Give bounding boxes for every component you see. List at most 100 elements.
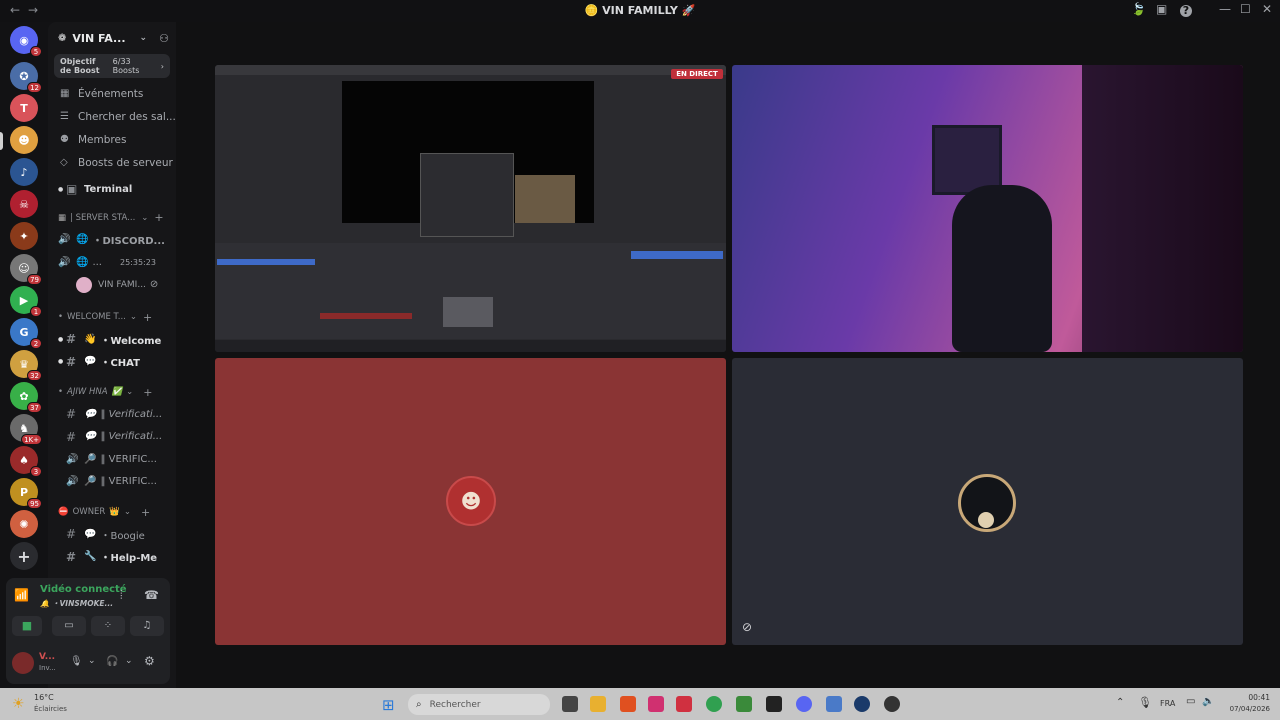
channel-verification-voice-1[interactable]: 🔊 🔎 ‖ VERIFIC... (48, 448, 176, 471)
chevron-down-icon[interactable]: ⌄ (88, 656, 96, 666)
app-t-icon[interactable] (676, 696, 692, 712)
weather-temp[interactable]: 16°C (34, 693, 54, 702)
chevron-up-icon[interactable]: ⌃ (1116, 697, 1124, 708)
voice-channel-label: VINSMOKE... (59, 599, 114, 608)
close-button[interactable]: ✕ (1262, 2, 1272, 16)
guild-item[interactable]: ✿ 37 (10, 382, 42, 413)
camera-off-icon: ⊘ (149, 279, 159, 291)
add-channel-icon[interactable]: + (143, 311, 152, 324)
guild-home[interactable]: ◉ 5 (10, 26, 42, 57)
channel-active-voice[interactable]: 🔊 🌐... 25:35:23 (48, 251, 176, 274)
chrome-icon[interactable] (706, 696, 722, 712)
category-welcome[interactable]: • WELCOME T... ⌄ + (48, 306, 176, 328)
windows-start-icon[interactable]: ⊞ (382, 696, 395, 714)
menu-members[interactable]: ⚉ Membres (48, 128, 176, 151)
channel-boogie[interactable]: # 💬 ・Boogie (48, 523, 176, 546)
guild-item[interactable]: ♛ 32 (10, 350, 42, 381)
minimize-button[interactable]: — (1219, 2, 1231, 16)
guild-item[interactable]: ♪ (10, 158, 38, 186)
channel-label: ・Help-Me (100, 553, 158, 565)
add-channel-icon[interactable]: + (154, 211, 163, 224)
notepad-icon[interactable] (826, 696, 842, 712)
obs-menu-bar (215, 65, 726, 75)
guild-item[interactable]: T (10, 94, 38, 122)
app-icon[interactable] (736, 696, 752, 712)
user-name[interactable]: V... (39, 652, 55, 662)
headphones-icon[interactable]: 🎧 (106, 656, 118, 667)
guild-item[interactable]: ☺ 79 (10, 254, 42, 285)
nitro-icon[interactable]: 🍃 (1131, 2, 1146, 16)
camera-tile[interactable] (732, 65, 1243, 352)
guild-item[interactable]: ✪ 12 (10, 62, 42, 93)
add-channel-icon[interactable]: + (141, 506, 150, 519)
weather-icon[interactable]: ☀ (12, 696, 25, 712)
weather-desc: Éclaircies (34, 705, 67, 713)
server-header[interactable]: ❁ VIN FA... ⌄ ⚇ (48, 22, 176, 54)
microphone-icon[interactable]: 🎙 (1138, 696, 1152, 709)
badge: 1 (30, 306, 42, 317)
guild-item[interactable]: ▶ 1 (10, 286, 42, 317)
channel-discord-stats[interactable]: 🔊 🌐 ・DISCORD... (48, 229, 176, 252)
language-indicator[interactable]: FRA (1160, 699, 1175, 708)
guild-item[interactable]: ♞ 1K+ (10, 414, 42, 445)
microphone-icon[interactable]: 🎙 (70, 656, 83, 667)
steam-icon[interactable] (854, 696, 870, 712)
capcut-icon[interactable] (766, 696, 782, 712)
taskbar-search[interactable]: ⌕ Rechercher (408, 694, 550, 715)
screen-share-tile[interactable]: EN DIRECT (215, 65, 726, 352)
activities-button[interactable]: ⁘ (91, 616, 125, 636)
inbox-icon[interactable]: ▣ (1156, 2, 1167, 16)
help-icon[interactable]: ? (1180, 5, 1192, 17)
channel-verification-1[interactable]: # 💬 ‖ Verificati... (48, 403, 176, 426)
maximize-button[interactable]: ☐ (1240, 2, 1251, 16)
disconnect-icon[interactable]: ☎ (144, 588, 159, 602)
clock-time[interactable]: 00:41 (1226, 693, 1270, 702)
file-explorer-icon[interactable] (590, 696, 606, 712)
chevron-down-icon[interactable]: ⌄ (125, 656, 133, 666)
category-owner[interactable]: ⛔ OWNER 👑 ⌄ + (48, 501, 176, 523)
voice-user[interactable]: VIN FAMI... ⊘ (48, 274, 176, 297)
voice-channel-name[interactable]: 🔔 ・VINSMOKE... (40, 598, 113, 609)
discord-taskbar-icon[interactable] (796, 696, 812, 712)
folder-icon: ▦ (58, 212, 67, 223)
calendar-icon: ▦ (60, 88, 70, 99)
channel-terminal[interactable]: ● ▣ Terminal (48, 178, 176, 201)
task-view-icon[interactable] (562, 696, 578, 712)
soundboard-button[interactable]: ♫ (130, 616, 164, 636)
obs-icon[interactable] (884, 696, 900, 712)
channel-verification-voice-2[interactable]: 🔊 🔎 ‖ VERIFIC... (48, 471, 176, 494)
add-channel-icon[interactable]: + (143, 386, 152, 399)
settings-gear-icon[interactable]: ⚙ (144, 654, 155, 668)
menu-server-boosts[interactable]: ◇ Boosts de serveur (48, 151, 176, 174)
boost-goal-bar[interactable]: Objectif de Boost 6/33 Boosts › (54, 54, 170, 78)
menu-events[interactable]: ▦ Événements (48, 82, 176, 105)
noise-suppression-icon[interactable]: ⦙ (120, 588, 123, 603)
invite-icon[interactable]: ⚇ (159, 32, 169, 45)
speech-bubble-icon: 💬 (84, 528, 97, 540)
guild-item[interactable]: P 95 (10, 478, 42, 509)
channel-chat[interactable]: ● # 💬 ・CHAT (48, 351, 176, 374)
add-server-button[interactable]: + (10, 542, 38, 570)
participant-tile[interactable]: ⊘ (732, 358, 1243, 645)
screen-share-button[interactable]: ▭ (52, 616, 86, 636)
menu-browse-channels[interactable]: ☰ Chercher des sal... (48, 105, 176, 128)
guild-item[interactable]: ✦ (10, 222, 38, 250)
channel-help-me[interactable]: # 🔧 ・Help-Me (48, 546, 176, 569)
guild-item[interactable]: G2 (10, 318, 42, 349)
channel-welcome[interactable]: ● # 👋 ・Welcome (48, 328, 176, 351)
camera-button[interactable]: ■ (12, 616, 42, 636)
guild-item[interactable]: ✺ (10, 510, 38, 538)
guild-item[interactable]: ☠ (10, 190, 38, 218)
tiktok-icon[interactable] (648, 696, 664, 712)
brave-icon[interactable] (620, 696, 636, 712)
avatar[interactable] (12, 652, 34, 674)
category-server-stats[interactable]: ▦ | SERVER STA... ⌄ + (48, 207, 176, 229)
guild-item[interactable]: ☻ (10, 126, 38, 154)
channel-verification-2[interactable]: # 💬 ‖ Verificati... (48, 426, 176, 449)
volume-icon[interactable]: 🔈 (1202, 696, 1214, 707)
monitor-icon[interactable]: ▭ (1186, 696, 1195, 707)
participant-tile[interactable]: ☻ (215, 358, 726, 645)
guild-item[interactable]: ♠ 3 (10, 446, 42, 477)
connection-status[interactable]: Vidéo connecté (40, 584, 127, 595)
category-ajiw-hna[interactable]: • AJIW HNA ✅ ⌄ + (48, 381, 176, 403)
